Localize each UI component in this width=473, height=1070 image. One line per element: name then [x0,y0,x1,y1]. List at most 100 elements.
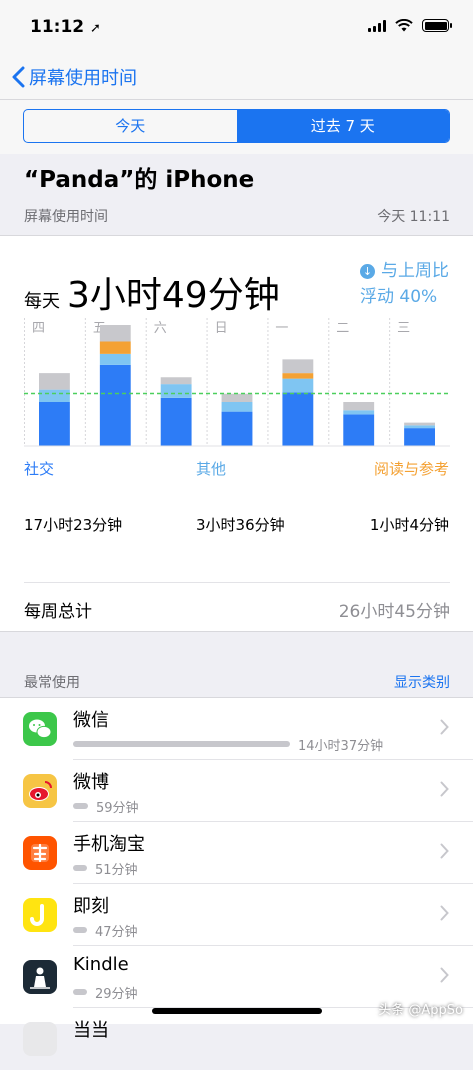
weekly-total-row: 每周总计 26小时45分钟 [24,582,450,622]
bar-segment [99,353,131,365]
chevron-right-icon [440,719,449,735]
usage-time: 59分钟 [96,801,139,816]
bar-segment [160,384,192,398]
usage-time: 47分钟 [95,925,138,940]
bar-segment [404,422,435,426]
chevron-left-icon [12,66,25,88]
weekly-total-label: 每周总计 [24,602,92,622]
usage-bar [73,865,87,871]
bar-segment [282,373,314,379]
taobao-icon [23,836,57,870]
weekly-total-value: 26小时45分钟 [338,602,450,622]
wechat-icon [23,712,57,746]
bar-segment [160,397,192,446]
day-label: 日 [215,321,228,336]
section-label: 屏幕使用时间 [24,209,108,225]
app-row-weibo[interactable]: 微博 59分钟 [0,760,473,822]
bar-segment [404,425,435,429]
usage-time: 51分钟 [95,863,138,878]
app-row-wechat[interactable]: 微信 14小时37分钟 [0,698,473,760]
show-categories-button[interactable]: 显示类别 [394,672,450,692]
chevron-right-icon [440,843,449,859]
battery-icon [422,19,452,32]
total-reading: 1小时4分钟 [369,516,449,534]
day-label: 六 [154,321,167,336]
status-time: 11:12 ➚ [30,17,101,37]
wifi-icon [395,19,413,32]
app-name: Kindle [73,954,129,975]
day-label: 二 [336,321,349,336]
segment-today[interactable]: 今天 [24,110,237,142]
kindle-icon [23,960,57,994]
usage-time: 14小时37分钟 [298,739,384,754]
weekly-usage-chart: 四五六日一二三 [24,318,450,447]
usage-summary-card[interactable]: 每天 3小时49分钟 ↓ 与上周比 浮动 40% 四五六日一二三 社交 其他 阅读… [0,235,473,632]
day-label: 三 [397,321,410,336]
app-row-taobao[interactable]: 手机淘宝 51分钟 [0,822,473,884]
weibo-icon [23,774,57,808]
usage-time: 29分钟 [95,987,138,1002]
bar-segment [221,393,253,402]
bar-segment [39,389,70,402]
location-arrow-icon: ➚ [90,21,101,36]
segment-container: 今天 过去 7 天 [0,100,473,154]
bar-segment [99,325,131,342]
app-name: 微博 [73,772,109,793]
status-bar: 11:12 ➚ [0,0,473,56]
chevron-right-icon [440,967,449,983]
period-segmented-control: 今天 过去 7 天 [23,109,450,143]
daily-average-prefix: 每天 [24,291,60,312]
daily-average-value: 3小时49分钟 [67,275,280,316]
bar-segment [343,414,375,446]
legend-reading: 阅读与参考 [373,460,449,478]
updated-timestamp: 今天 11:11 [377,209,450,225]
jike-icon [23,898,57,932]
usage-bar [73,741,290,747]
daily-average: 每天 3小时49分钟 [24,266,280,318]
device-title: “Panda”的 iPhone [24,167,255,193]
total-social: 17小时23分钟 [24,516,123,534]
day-label: 一 [275,321,288,336]
bar-segment [282,378,314,393]
app-name: 手机淘宝 [73,834,145,855]
segment-last-7-days[interactable]: 过去 7 天 [236,110,449,142]
bar-segment [404,428,435,446]
weekly-comparison: ↓ 与上周比 浮动 40% [360,258,449,310]
bar-segment [282,392,314,446]
bar-segment [343,402,375,411]
section-header: 屏幕使用时间 今天 11:11 [24,206,450,226]
back-label: 屏幕使用时间 [29,68,137,89]
app-row-jike[interactable]: 即刻 47分钟 [0,884,473,946]
usage-bar [73,989,87,995]
bar-segment [99,341,131,354]
cellular-signal-icon [368,19,386,32]
bar-segment [221,411,253,446]
bar-segment [282,359,314,374]
most-used-label: 最常使用 [24,675,80,691]
legend-other: 其他 [196,460,227,478]
most-used-header: 最常使用 显示类别 [24,672,450,692]
arrow-down-circle-icon: ↓ [360,264,375,279]
comparison-value: 浮动 40% [360,287,438,307]
dangdang-icon [23,1022,57,1056]
day-label: 四 [32,321,45,336]
app-name: 即刻 [73,896,109,917]
bar-segment [99,364,131,446]
comparison-label: 与上周比 [381,261,449,281]
bar-segment [39,402,70,446]
navigation-bar: 屏幕使用时间 [0,56,473,100]
bar-segment [39,373,70,390]
back-button[interactable]: 屏幕使用时间 [12,64,137,90]
app-name: 微信 [73,710,109,731]
home-indicator [152,1008,322,1014]
chevron-right-icon [440,781,449,797]
bar-segment [160,377,192,385]
usage-bar [73,803,88,809]
bar-segment [221,402,253,412]
bar-segment [343,410,375,415]
status-icons [368,19,452,32]
total-other: 3小时36分钟 [196,516,285,534]
most-used-list: 微信 14小时37分钟 微博 59分钟 手机淘宝 51分钟 即刻 47分钟 Ki… [0,697,473,1056]
watermark: 头条 @AppSo [378,1003,463,1018]
usage-bar [73,927,87,933]
